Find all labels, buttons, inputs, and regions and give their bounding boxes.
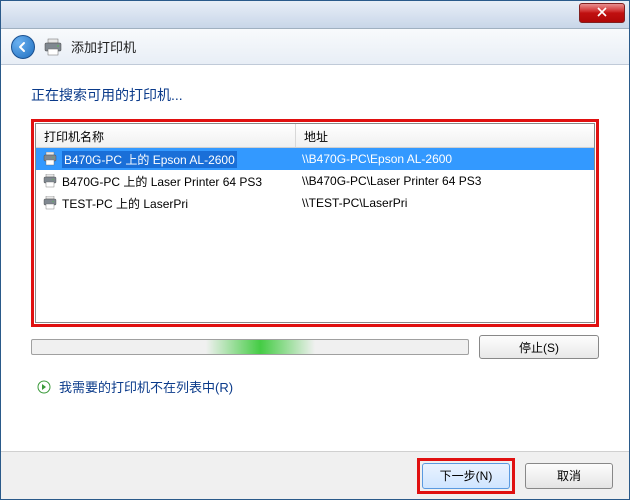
footer: 下一步(N) 取消 <box>1 451 629 499</box>
not-listed-label: 我需要的打印机不在列表中(R) <box>59 377 233 396</box>
stop-button[interactable]: 停止(S) <box>479 335 599 359</box>
header-bar: 添加打印机 <box>1 29 629 65</box>
list-body: B470G-PC 上的 Epson AL-2600 \\B470G-PC\Epso… <box>36 148 594 214</box>
cancel-button[interactable]: 取消 <box>525 463 613 489</box>
network-printer-icon <box>42 152 58 166</box>
cell-address: \\B470G-PC\Laser Printer 64 PS3 <box>296 172 594 190</box>
close-icon <box>597 7 607 17</box>
header-title: 添加打印机 <box>71 37 136 56</box>
progress-fill <box>206 340 315 354</box>
next-button[interactable]: 下一步(N) <box>422 463 510 489</box>
cell-address: \\TEST-PC\LaserPri <box>296 194 594 212</box>
printer-name: B470G-PC 上的 Laser Printer 64 PS3 <box>62 173 262 190</box>
titlebar <box>1 1 629 29</box>
table-row[interactable]: TEST-PC 上的 LaserPri \\TEST-PC\LaserPri <box>36 192 594 214</box>
close-button[interactable] <box>579 3 625 23</box>
searching-title: 正在搜索可用的打印机... <box>31 85 599 105</box>
back-button[interactable] <box>11 35 35 59</box>
progress-row: 停止(S) <box>31 335 599 359</box>
column-header-name[interactable]: 打印机名称 <box>36 124 296 147</box>
column-header-address[interactable]: 地址 <box>296 124 594 147</box>
content-area: 正在搜索可用的打印机... 打印机名称 地址 B470G-PC 上的 Epson… <box>1 65 629 451</box>
network-printer-icon <box>42 196 58 210</box>
list-header: 打印机名称 地址 <box>36 124 594 148</box>
printer-icon <box>43 38 63 56</box>
printer-list[interactable]: 打印机名称 地址 B470G-PC 上的 Epson AL-2600 \\B470… <box>35 123 595 323</box>
cell-name: B470G-PC 上的 Epson AL-2600 <box>36 149 296 170</box>
printer-name: B470G-PC 上的 Epson AL-2600 <box>62 151 237 168</box>
dialog-window: 添加打印机 正在搜索可用的打印机... 打印机名称 地址 B470G-PC 上的… <box>0 0 630 500</box>
network-printer-icon <box>42 174 58 188</box>
printer-name: TEST-PC 上的 LaserPri <box>62 195 188 212</box>
table-row[interactable]: B470G-PC 上的 Laser Printer 64 PS3 \\B470G-… <box>36 170 594 192</box>
back-arrow-icon <box>17 41 29 53</box>
cell-name: B470G-PC 上的 Laser Printer 64 PS3 <box>36 171 296 192</box>
cell-name: TEST-PC 上的 LaserPri <box>36 193 296 214</box>
printer-not-listed-link[interactable]: 我需要的打印机不在列表中(R) <box>37 377 599 396</box>
next-button-highlight: 下一步(N) <box>417 458 515 494</box>
cell-address: \\B470G-PC\Epson AL-2600 <box>296 150 594 168</box>
arrow-right-icon <box>37 380 51 394</box>
table-row[interactable]: B470G-PC 上的 Epson AL-2600 \\B470G-PC\Epso… <box>36 148 594 170</box>
printer-list-highlight: 打印机名称 地址 B470G-PC 上的 Epson AL-2600 \\B470… <box>31 119 599 327</box>
search-progress <box>31 339 469 355</box>
